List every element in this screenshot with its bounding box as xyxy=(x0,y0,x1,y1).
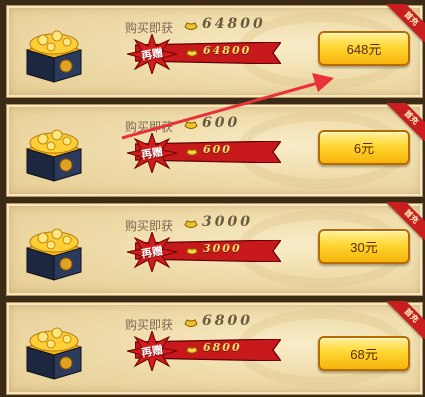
treasure-chest-icon xyxy=(25,30,83,83)
treasure-chest-icon xyxy=(25,327,83,380)
bonus-amount: 64800 xyxy=(203,44,252,57)
buy-amount: 3000 xyxy=(202,214,253,230)
buy-button-68[interactable]: 68元 xyxy=(318,336,410,371)
pack-panel-68: 购买即获 6800 再赠 6800 68元 首充 xyxy=(6,301,425,395)
first-recharge-badge: 首充 xyxy=(387,301,425,339)
gold-ingot-icon xyxy=(184,121,198,129)
gold-ingot-icon xyxy=(184,319,198,327)
buy-amount: 600 xyxy=(202,115,241,131)
bonus-amount: 6800 xyxy=(203,341,242,354)
bonus-amount: 3000 xyxy=(203,242,242,255)
gold-ingot-icon xyxy=(186,346,198,354)
pack-panel-30: 购买即获 3000 再赠 3000 30元 首充 xyxy=(6,202,425,296)
first-recharge-badge: 首充 xyxy=(387,4,425,42)
first-recharge-badge: 首充 xyxy=(387,103,425,141)
gold-ingot-icon xyxy=(186,247,198,255)
buy-amount: 64800 xyxy=(202,16,266,32)
pack-panel-648: 购买即获 64800 再赠 64800 648元 首充 xyxy=(6,4,425,98)
bonus-amount: 600 xyxy=(203,143,232,156)
buy-amount: 6800 xyxy=(202,313,253,329)
treasure-chest-icon xyxy=(25,228,83,281)
treasure-chest-icon xyxy=(25,129,83,182)
gold-ingot-icon xyxy=(184,220,198,228)
first-recharge-badge: 首充 xyxy=(387,202,425,240)
pack-panel-6: 购买即获 600 再赠 600 6元 首充 xyxy=(6,103,425,197)
gold-ingot-icon xyxy=(184,22,198,30)
gold-ingot-icon xyxy=(186,49,198,57)
gold-ingot-icon xyxy=(186,148,198,156)
